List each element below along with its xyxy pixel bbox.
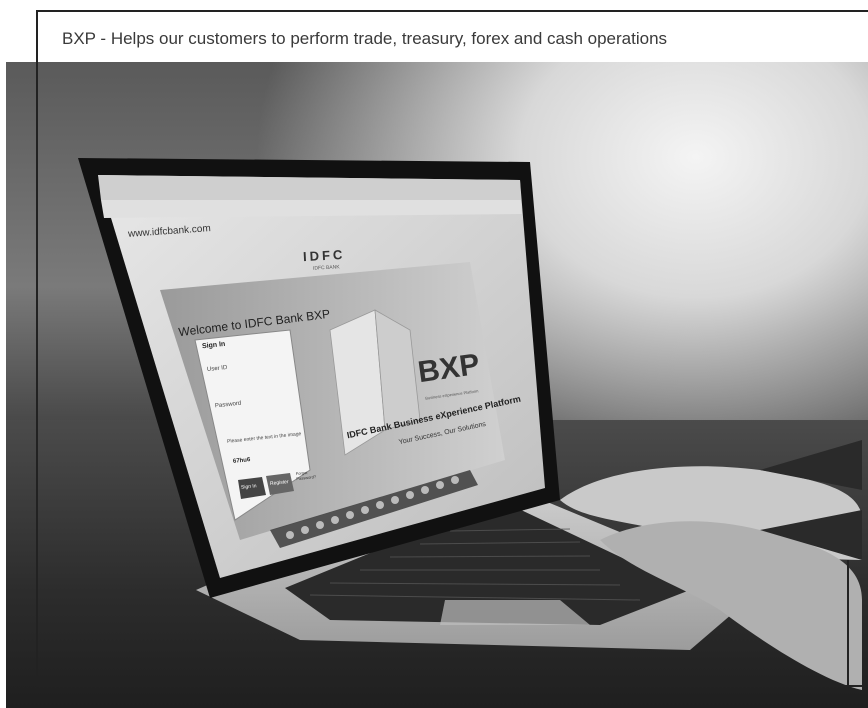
frame-line-left [36, 10, 38, 686]
frame-line-right [847, 560, 849, 687]
poster: www.idfcbank.com IDFC IDFC BANK Welcome … [0, 0, 868, 708]
hands-illustration [560, 440, 862, 690]
frame-line-top [36, 10, 868, 12]
frame-line-bottom [36, 685, 868, 687]
caption-text: BXP - Helps our customers to perform tra… [62, 29, 668, 48]
